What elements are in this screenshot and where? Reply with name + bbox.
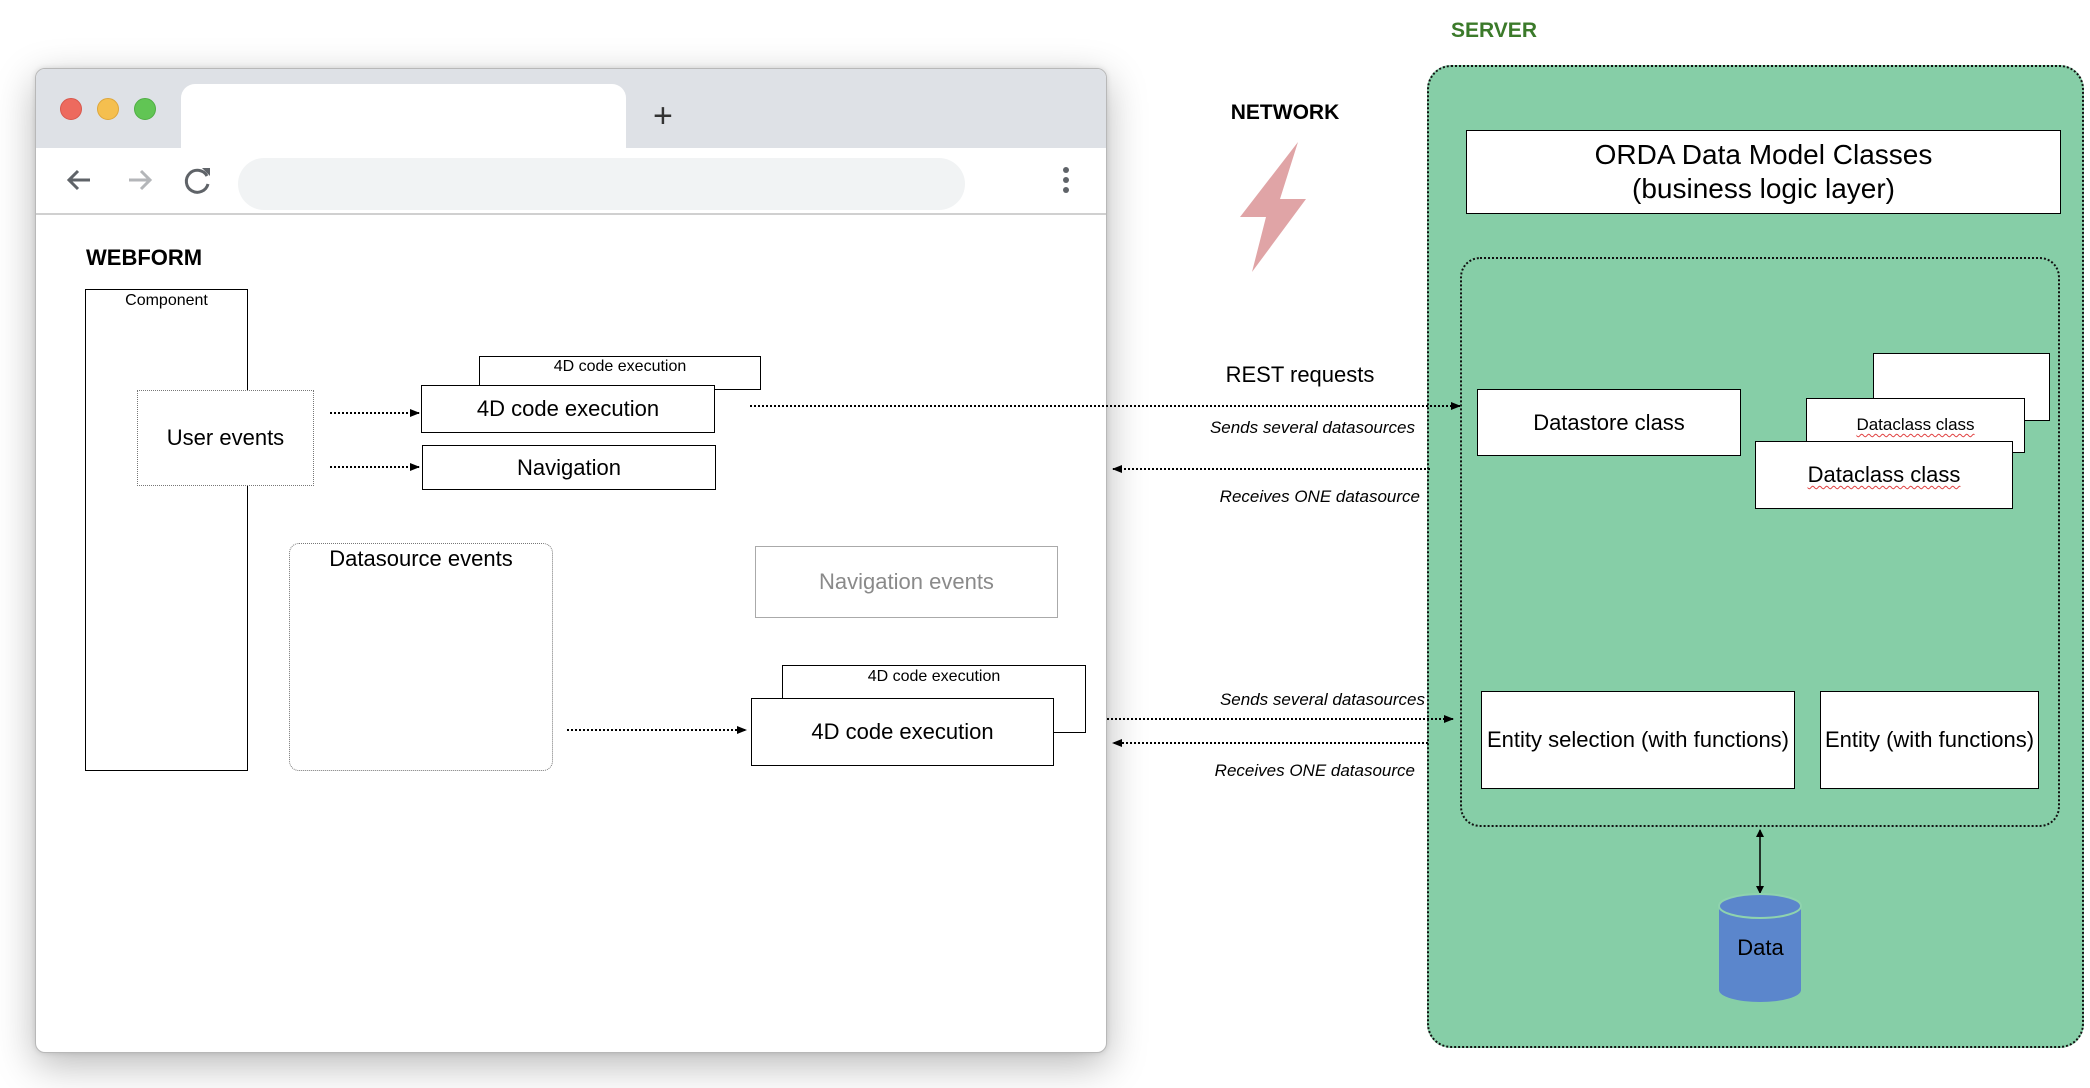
- browser-toolbar: [36, 148, 1106, 215]
- datastore-class-label: Datastore class: [1533, 409, 1685, 435]
- navigation-label: Navigation: [517, 454, 621, 480]
- webform-title: WEBFORM: [86, 245, 203, 270]
- entity-box: Entity (with functions): [1820, 691, 2039, 789]
- component-label: Component: [125, 292, 208, 309]
- forward-arrow-icon[interactable]: [121, 162, 157, 198]
- server-title: SERVER: [1451, 19, 1537, 42]
- receives-label-1: Receives ONE datasource: [1219, 487, 1420, 506]
- new-tab-button[interactable]: +: [653, 99, 673, 133]
- datasource-events-box: Datasource events: [289, 543, 553, 771]
- tab-strip: +: [36, 69, 1106, 154]
- kebab-menu-icon[interactable]: [1056, 164, 1076, 200]
- code-exec-front-box-2: 4D code execution: [751, 698, 1054, 766]
- rest-requests-label: REST requests: [1225, 362, 1375, 387]
- receives-label-2: Receives ONE datasource: [1214, 761, 1415, 780]
- address-bar[interactable]: [238, 158, 965, 210]
- browser-tab[interactable]: [181, 84, 626, 154]
- component-box: Component: [85, 289, 248, 771]
- dataclass-label: Dataclass class: [1856, 415, 1975, 434]
- sends-label-1: Sends several datasources: [1209, 418, 1415, 437]
- dataclass-label: Dataclass class: [1807, 462, 1961, 487]
- sends-label-2: Sends several datasources: [1219, 690, 1425, 709]
- datasource-events-label: Datasource events: [329, 546, 513, 571]
- entity-selection-label: Entity selection (with functions): [1486, 727, 1790, 752]
- code-exec-back-label: 4D code execution: [553, 358, 687, 375]
- navigation-events-label: Navigation events: [819, 569, 994, 594]
- datastore-class-box: Datastore class: [1477, 389, 1741, 456]
- data-label: Data: [1737, 935, 1784, 960]
- navigation-box: Navigation: [422, 445, 716, 490]
- code-exec-front-label-2: 4D code execution: [811, 719, 994, 744]
- dataclass-box-front: Dataclass class: [1755, 441, 2013, 509]
- code-exec-front-label: 4D code execution: [476, 396, 660, 421]
- close-window-button[interactable]: [60, 98, 82, 120]
- orda-classes-box: ORDA Data Model Classes (business logic …: [1466, 130, 2061, 214]
- network-title: NETWORK: [1230, 101, 1340, 124]
- user-events-box: User events: [137, 390, 314, 486]
- entity-label: Entity (with functions): [1824, 727, 2035, 752]
- minimize-window-button[interactable]: [97, 98, 119, 120]
- reload-icon[interactable]: [180, 162, 216, 198]
- orda-title: ORDA Data Model Classes: [1594, 139, 1933, 170]
- entity-selection-box: Entity selection (with functions): [1481, 691, 1795, 789]
- code-exec-back-label-2: 4D code execution: [867, 668, 1001, 685]
- navigation-events-box: Navigation events: [755, 546, 1058, 618]
- code-exec-front-box: 4D code execution: [421, 385, 715, 433]
- maximize-window-button[interactable]: [134, 98, 156, 120]
- user-events-label: User events: [166, 425, 285, 450]
- back-arrow-icon[interactable]: [62, 162, 98, 198]
- orda-subtitle: (business logic layer): [1632, 173, 1895, 204]
- lightning-bolt-icon: [1240, 142, 1306, 272]
